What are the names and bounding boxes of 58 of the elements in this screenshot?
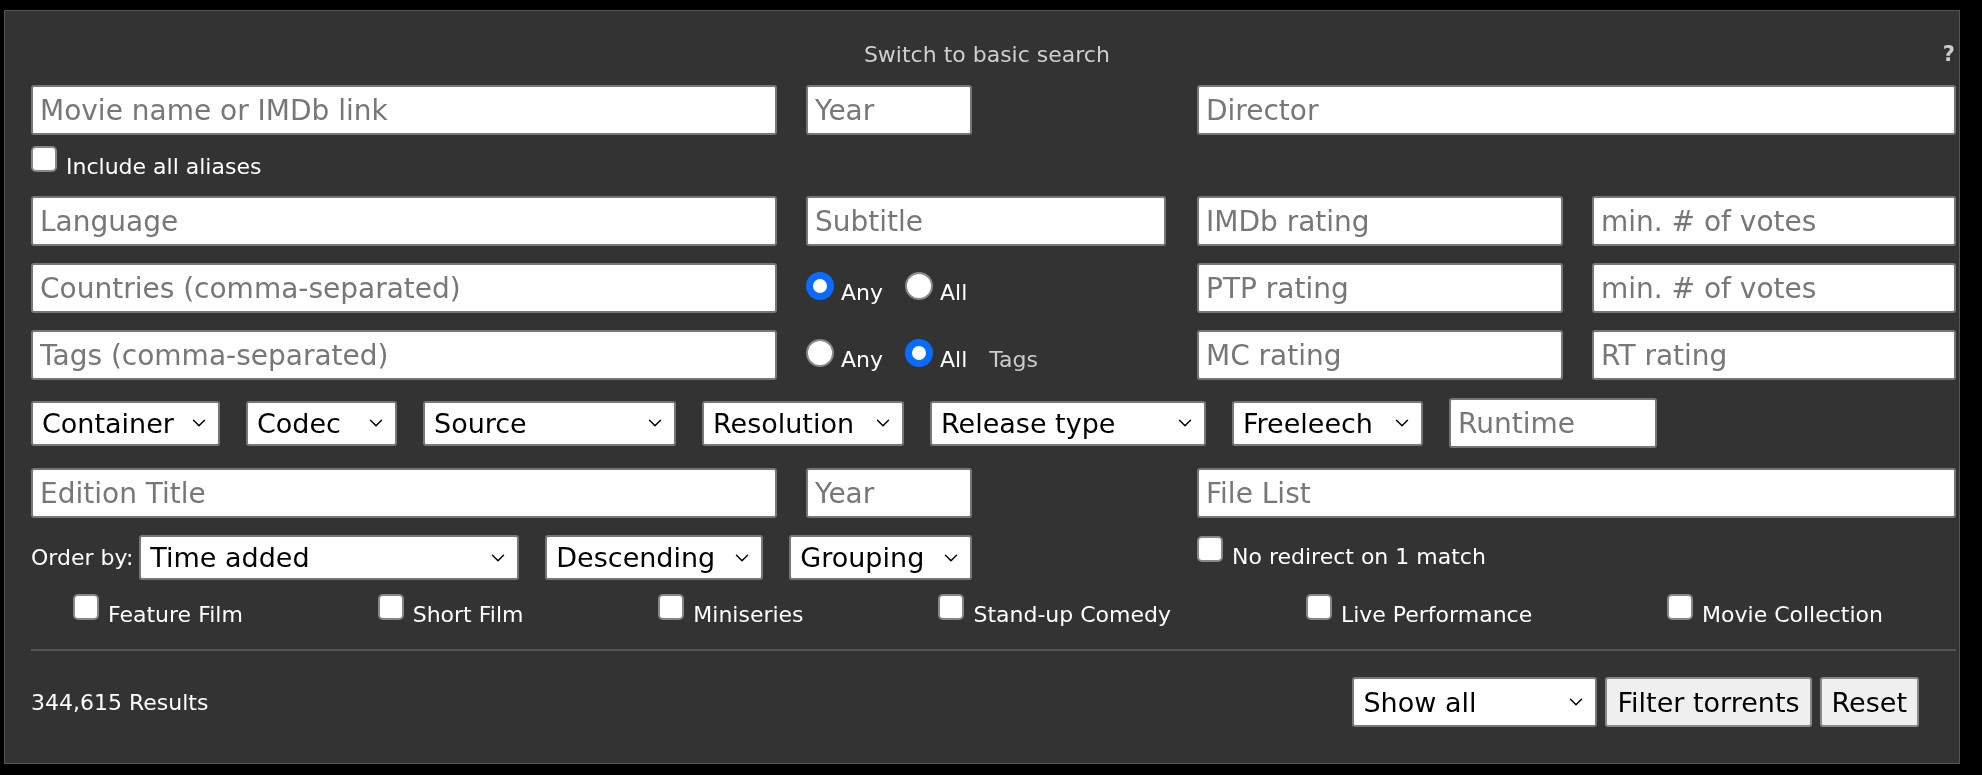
dropdown[interactable]: Resolution [702, 400, 904, 446]
director-field[interactable]: Director [1197, 85, 1956, 135]
checkbox[interactable] [658, 594, 685, 620]
dropdown[interactable]: Freeleech [1232, 400, 1423, 446]
radio-button[interactable] [806, 338, 834, 367]
votes-field[interactable]: min. # of votes [1592, 196, 1956, 246]
checkbox[interactable] [1197, 536, 1223, 562]
ptp-rating-field[interactable]: PTP rating [1197, 263, 1563, 313]
checkbox-label: Movie Collection [1702, 602, 1883, 627]
help-link[interactable]: ? [1942, 42, 1955, 66]
radio-label: All [940, 279, 968, 305]
votes-field[interactable]: min. # of votes [1592, 263, 1956, 313]
checkbox-label: Stand-up Comedy [973, 602, 1172, 627]
checkbox[interactable] [938, 594, 965, 620]
checkbox-label: Feature Film [108, 602, 243, 627]
movie-name-field[interactable]: Movie name or IMDb link [31, 85, 777, 135]
checkbox[interactable] [377, 594, 404, 620]
imdb-rating-field[interactable]: IMDb rating [1197, 196, 1563, 246]
filter-button[interactable]: Filter torrents [1605, 677, 1812, 727]
radio-button[interactable] [806, 271, 834, 300]
rt-rating-field[interactable]: RT rating [1592, 330, 1956, 380]
language-field[interactable]: Language [31, 196, 777, 246]
dropdown[interactable]: Grouping [789, 535, 973, 580]
reset-button[interactable]: Reset [1819, 677, 1919, 727]
checkbox-label: Short Film [412, 602, 524, 627]
checkbox-label: Include all aliases [66, 154, 262, 179]
radio-label: Any [841, 279, 883, 305]
runtime-field[interactable]: Runtime [1449, 398, 1657, 448]
checkbox-label: Live Performance [1340, 602, 1533, 627]
year-field[interactable]: Year [806, 85, 972, 135]
checkbox[interactable] [1305, 594, 1332, 620]
checkbox-label: Miniseries [693, 602, 804, 627]
radio-label: Any [841, 346, 883, 372]
checkbox[interactable] [73, 594, 99, 620]
year-field[interactable]: Year [806, 468, 972, 518]
switch-search-link[interactable]: Switch to basic search [31, 41, 1943, 67]
edition-title-field[interactable]: Edition Title [31, 468, 777, 518]
dropdown[interactable]: Release type [930, 400, 1206, 446]
dropdown[interactable]: Codec [246, 400, 397, 446]
radio-button[interactable] [905, 338, 933, 367]
tags-field[interactable]: Tags (comma-separated) [31, 330, 777, 380]
file-list-field[interactable]: File List [1197, 468, 1956, 518]
dropdown[interactable]: Source [423, 400, 676, 446]
radio-button[interactable] [905, 271, 933, 300]
checkbox[interactable] [1667, 594, 1694, 620]
dropdown[interactable]: Show all [1352, 677, 1598, 727]
mc-rating-field[interactable]: MC rating [1197, 330, 1563, 380]
dropdown[interactable]: Time added [139, 535, 520, 580]
results-count: 344,615 Results [31, 689, 210, 715]
subtitle-field[interactable]: Subtitle [806, 196, 1166, 246]
checkbox[interactable] [31, 146, 57, 172]
radio-label: All [940, 346, 968, 372]
checkbox-label: No redirect on 1 match [1232, 544, 1486, 569]
countries-field[interactable]: Countries (comma-separated) [31, 263, 777, 313]
tags-label: Tags [989, 346, 1038, 372]
dropdown[interactable]: Descending [545, 535, 764, 580]
order-by-label: Order by: [31, 545, 134, 570]
dropdown[interactable]: Container [31, 400, 220, 446]
